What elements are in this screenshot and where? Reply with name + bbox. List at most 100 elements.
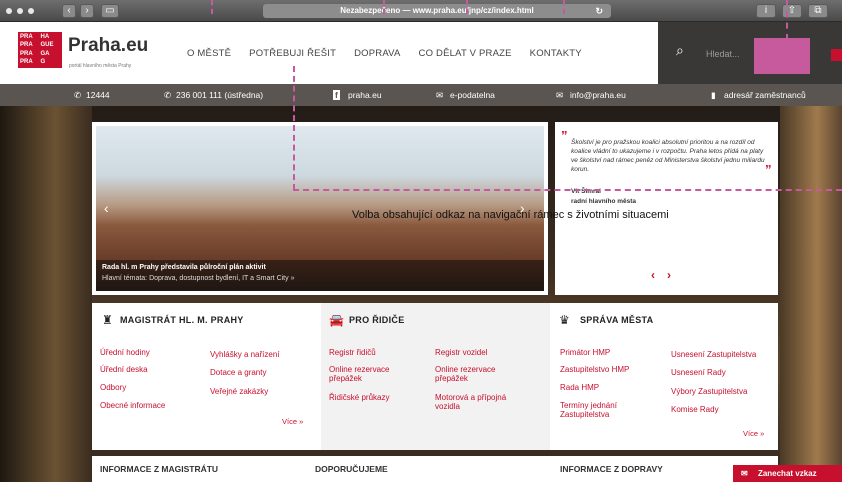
url-text: Nezabezpečeno — www.praha.eu/jnp/cz/inde… <box>340 6 534 15</box>
logo-cell: GA <box>40 50 50 57</box>
maximize-window-icon[interactable] <box>28 8 34 14</box>
phone-emergency[interactable]: 12444 <box>86 90 110 100</box>
heading-informace-z-magistratu: INFORMACE Z MAGISTRÁTU <box>100 464 219 474</box>
praha-logo[interactable]: PRA HA PRA GUE PRA GA PRA G <box>18 32 62 68</box>
facebook-icon: f <box>333 90 340 100</box>
forward-icon[interactable]: › <box>80 4 94 18</box>
reload-icon[interactable]: ↻ <box>595 4 603 18</box>
background-photo-left <box>0 106 92 482</box>
link-vyhlasky[interactable]: Vyhlášky a nařízení <box>210 350 280 359</box>
link-ridicske-prukazy[interactable]: Řidičské průkazy <box>329 393 389 402</box>
nav-potrebuji-resit[interactable]: POTŘEBUJI ŘEŠIT <box>249 48 336 59</box>
link-usneseni-rady[interactable]: Usnesení Rady <box>671 368 726 377</box>
logo-cell: PRA <box>20 34 33 40</box>
phone-central[interactable]: 236 001 111 (ústředna) <box>176 90 263 100</box>
language-flag-icon[interactable] <box>830 22 842 84</box>
info-icon[interactable]: i <box>756 4 776 18</box>
quote-text: Školství je pro pražskou koalici absolut… <box>571 139 765 173</box>
logo-cell: PRA <box>20 58 33 65</box>
more-link-sprava[interactable]: Více » <box>743 429 764 438</box>
feedback-label: Zanechat vzkaz <box>757 469 817 478</box>
slider-subtitle[interactable]: Hlavní témata: Doprava, dostupnost bydle… <box>102 275 294 282</box>
car-icon: 🚘 <box>329 313 344 327</box>
link-verejne-zakazky[interactable]: Veřejné zakázky <box>210 387 268 396</box>
bottom-section: INFORMACE Z MAGISTRÁTU DOPORUČUJEME INFO… <box>92 456 778 482</box>
share-icon[interactable]: ⇧ <box>782 4 802 18</box>
close-window-icon[interactable] <box>6 8 12 14</box>
link-usneseni-zastupitelstva[interactable]: Usnesení Zastupitelstva <box>671 350 756 359</box>
link-vybory[interactable]: Výbory Zastupitelstva <box>671 387 747 396</box>
slider-prev-icon[interactable]: ‹ <box>104 200 109 216</box>
search-area: ⌕ Hledat... <box>658 22 830 84</box>
link-terminy-jednani[interactable]: Termíny jednání Zastupitelstva <box>560 401 650 419</box>
annotation-line <box>293 66 295 190</box>
logo-cell: GUE <box>40 42 54 49</box>
link-obecne-informace[interactable]: Obecné informace <box>100 401 165 410</box>
column-title-ridice[interactable]: PRO ŘIDIČE <box>349 315 405 325</box>
link-zastupitelstvo[interactable]: Zastupitelstvo HMP <box>560 365 629 374</box>
link-dotace[interactable]: Dotace a granty <box>210 368 266 377</box>
phone-icon: ✆ <box>74 90 82 100</box>
link-motorova-vozidla[interactable]: Motorová a přípojná vozidla <box>435 393 525 411</box>
logo-cell: G <box>40 58 46 65</box>
quote-next-icon[interactable]: › <box>667 268 683 282</box>
contact-bar: ✆ 12444 ✆ 236 001 111 (ústředna) f praha… <box>0 84 842 106</box>
link-uredni-deska[interactable]: Úřední deska <box>100 365 148 374</box>
minimize-window-icon[interactable] <box>17 8 23 14</box>
site-header: PRA HA PRA GUE PRA GA PRA G Praha.eu por… <box>0 22 842 84</box>
logo-cell: HA <box>40 34 50 40</box>
link-komise[interactable]: Komise Rady <box>671 405 719 414</box>
nav-kontakty[interactable]: KONTAKTY <box>530 48 582 59</box>
link-primator[interactable]: Primátor HMP <box>560 348 610 357</box>
annotation-line <box>383 0 385 14</box>
slider-title[interactable]: Rada hl. m Prahy představila půlroční pl… <box>102 264 266 271</box>
link-registr-vozidel[interactable]: Registr vozidel <box>435 348 487 357</box>
link-online-rezervace-2[interactable]: Online rezervace přepážek <box>435 365 525 383</box>
directory-link[interactable]: adresář zaměstnanců <box>724 90 806 100</box>
email-link[interactable]: info@praha.eu <box>570 90 626 100</box>
search-button[interactable] <box>754 38 810 74</box>
brand-title[interactable]: Praha.eu <box>68 35 148 57</box>
link-online-rezervace[interactable]: Online rezervace přepážek <box>329 365 419 383</box>
annotation-line <box>786 0 788 40</box>
logo-cell: PRA <box>20 42 33 49</box>
link-registr-ridicu[interactable]: Registr řidičů <box>329 348 376 357</box>
quote-prev-icon[interactable]: ‹ <box>651 268 667 282</box>
service-columns: ♜ MAGISTRÁT HL. M. PRAHY Úřední hodiny Ú… <box>92 303 778 450</box>
annotation-line <box>563 0 565 14</box>
annotation-label: Volba obsahující odkaz na navigační ráme… <box>352 209 669 221</box>
quote-nav: ‹› <box>651 268 683 282</box>
building-icon: ♜ <box>102 313 113 327</box>
quote-open-icon: ” <box>561 128 568 143</box>
annotation-line <box>211 0 213 14</box>
search-icon[interactable]: ⌕ <box>676 42 684 59</box>
feedback-button[interactable]: ✉ Zanechat vzkaz <box>733 465 842 482</box>
annotation-line <box>466 0 468 14</box>
mail-icon: ✉ <box>741 469 748 478</box>
quote-role: radní hlavního města <box>571 198 637 205</box>
mail-icon: ✉ <box>436 90 444 100</box>
nav-doprava[interactable]: DOPRAVA <box>354 48 400 59</box>
sidebar-icon[interactable]: ▭ <box>101 4 119 18</box>
browser-toolbar: ‹ › ▭ Nezabezpečeno — www.praha.eu/jnp/c… <box>0 0 842 22</box>
annotation-line <box>293 189 842 191</box>
background-photo-right <box>780 106 842 482</box>
heading-informace-z-dopravy: INFORMACE Z DOPRAVY <box>560 464 663 474</box>
back-icon[interactable]: ‹ <box>62 4 76 18</box>
nav-o-meste[interactable]: O MĚSTĚ <box>187 48 231 59</box>
more-link-magistrat[interactable]: Více » <box>282 417 303 426</box>
main-nav: O MĚSTĚ POTŘEBUJI ŘEŠIT DOPRAVA CO DĚLAT… <box>187 48 600 59</box>
link-odbory[interactable]: Odbory <box>100 383 126 392</box>
mail-icon: ✉ <box>556 90 564 100</box>
column-title-sprava[interactable]: SPRÁVA MĚSTA <box>580 315 653 325</box>
link-uredni-hodiny[interactable]: Úřední hodiny <box>100 348 150 357</box>
column-title-magistrat[interactable]: MAGISTRÁT HL. M. PRAHY <box>120 315 244 325</box>
nav-co-delat[interactable]: CO DĚLAT V PRAZE <box>419 48 512 59</box>
tabs-icon[interactable]: ⧉ <box>808 4 828 18</box>
link-rada[interactable]: Rada HMP <box>560 383 599 392</box>
brand-subtitle: portál hlavního města Prahy <box>69 63 132 69</box>
epodatelna-link[interactable]: e-podatelna <box>450 90 495 100</box>
search-input[interactable]: Hledat... <box>706 49 740 59</box>
facebook-link[interactable]: praha.eu <box>348 90 382 100</box>
address-bar[interactable]: Nezabezpečeno — www.praha.eu/jnp/cz/inde… <box>263 4 611 18</box>
